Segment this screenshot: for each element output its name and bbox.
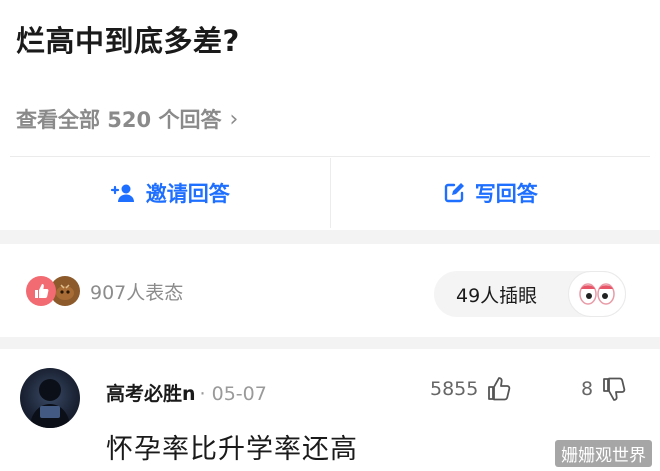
upvote-button[interactable]: 5855 [430, 376, 512, 402]
write-answer-button[interactable]: 写回答 [331, 158, 651, 228]
section-separator [0, 230, 660, 244]
reactions-summary[interactable]: 907人表态 [26, 276, 183, 306]
question-title: 烂高中到底多差? [16, 24, 240, 58]
reaction-count: 907人表态 [90, 281, 184, 304]
poke-eye-label: 49人插眼 [456, 284, 538, 307]
eyes-icon [568, 271, 626, 317]
watermark: 姗姗观世界 [555, 440, 652, 467]
answer-body[interactable]: 怀孕率比升学率还高 [106, 427, 358, 466]
downvote-count: 8 [581, 378, 594, 400]
author-avatar[interactable] [20, 368, 80, 428]
invite-answer-label: 邀请回答 [145, 182, 230, 206]
edit-icon [444, 183, 464, 203]
write-answer-label: 写回答 [474, 182, 538, 206]
invite-answer-button[interactable]: 邀请回答 [10, 158, 330, 228]
view-all-answers-link[interactable]: 查看全部 520 个回答 › [16, 104, 238, 134]
chevron-right-icon: › [229, 106, 239, 132]
view-all-label: 查看全部 520 个回答 [16, 108, 222, 132]
add-user-icon [110, 184, 134, 202]
section-separator-2 [0, 337, 660, 349]
thumbs-up-icon [488, 377, 511, 401]
answer-date: · 05-07 [199, 383, 267, 405]
thumbs-down-icon [603, 377, 626, 401]
answer-header: 高考必胜n · 05-07 5855 8 [20, 366, 640, 436]
answer-action-bar: 邀请回答 写回答 [10, 158, 650, 228]
divider [10, 156, 650, 157]
downvote-button[interactable]: 8 [581, 376, 627, 402]
poke-eye-button[interactable]: 49人插眼 [434, 271, 626, 317]
upvote-count: 5855 [430, 378, 479, 400]
thumbs-up-reaction-icon [26, 276, 56, 306]
author-line: 高考必胜n · 05-07 [106, 379, 267, 406]
author-name[interactable]: 高考必胜n [106, 383, 196, 405]
